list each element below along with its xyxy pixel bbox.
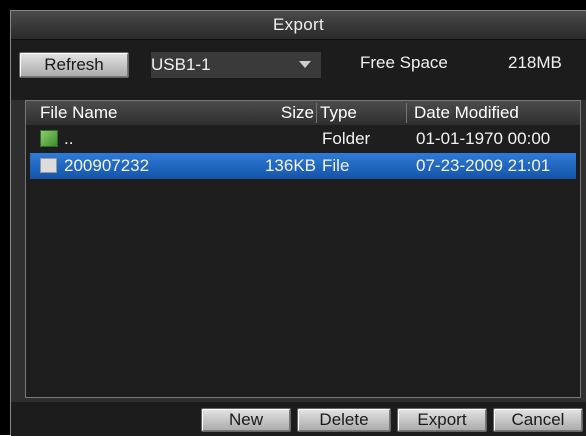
header-type[interactable]: Type — [320, 103, 357, 123]
screen-frame: Export Refresh USB1-1 Free Space 218MB F… — [0, 0, 586, 436]
header-file-name[interactable]: File Name — [40, 103, 117, 123]
delete-button[interactable]: Delete — [297, 408, 391, 432]
table-header: File Name Size Type Date Modified — [26, 101, 580, 125]
table-row-selected[interactable]: 200907232 136KB File 07-23-2009 21:01 — [30, 153, 576, 179]
column-divider — [406, 103, 407, 123]
header-size[interactable]: Size — [242, 103, 314, 123]
header-date-modified[interactable]: Date Modified — [414, 103, 519, 123]
export-button[interactable]: Export — [397, 408, 487, 432]
row-date: 01-01-1970 00:00 — [416, 129, 551, 148]
new-button[interactable]: New — [201, 408, 291, 432]
action-bar: New Delete Export Cancel — [11, 402, 586, 436]
table-row[interactable]: .. Folder 01-01-1970 00:00 — [30, 126, 582, 152]
row-name: 200907232 — [64, 156, 150, 175]
row-type: Folder — [322, 129, 371, 148]
file-list[interactable]: File Name Size Type Date Modified .. Fol… — [25, 100, 581, 398]
column-divider — [316, 103, 317, 123]
toolbar: Refresh USB1-1 Free Space 218MB — [11, 40, 586, 100]
chevron-down-icon — [299, 61, 311, 68]
dialog-title: Export — [11, 11, 586, 40]
folder-icon — [40, 130, 58, 147]
file-icon — [40, 158, 57, 173]
row-name: .. — [64, 129, 74, 148]
free-space-value: 218MB — [508, 53, 562, 72]
refresh-button[interactable]: Refresh — [19, 52, 129, 78]
cancel-button[interactable]: Cancel — [493, 408, 583, 432]
free-space-label: Free Space — [360, 53, 448, 72]
device-select-value: USB1-1 — [151, 55, 211, 74]
device-select[interactable]: USB1-1 — [151, 52, 321, 78]
row-size: 136KB — [264, 156, 316, 175]
row-type: File — [322, 156, 350, 175]
export-dialog: Export Refresh USB1-1 Free Space 218MB F… — [10, 10, 586, 436]
row-date: 07-23-2009 21:01 — [416, 156, 551, 175]
